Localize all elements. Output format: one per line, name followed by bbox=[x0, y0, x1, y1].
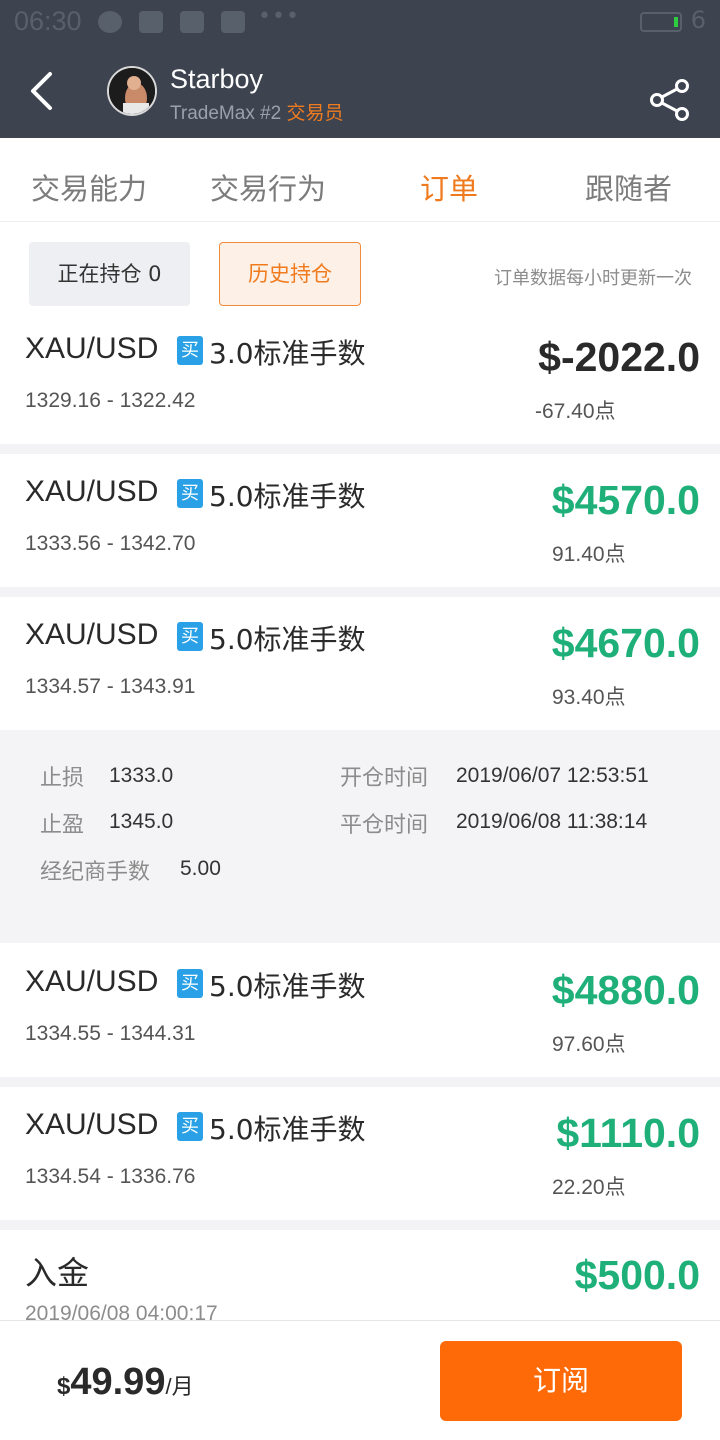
order-row[interactable]: XAU/USD 买 5.0标准手数 1334.55 - 1344.31 $488… bbox=[0, 943, 720, 1077]
tab-trading-ability[interactable]: 交易能力 bbox=[31, 166, 147, 208]
trader-name: Starboy bbox=[170, 64, 264, 94]
upload-icon bbox=[139, 11, 163, 33]
order-price-range: 1334.54 - 1336.76 bbox=[25, 1165, 196, 1188]
order-symbol: XAU/USD bbox=[25, 475, 159, 508]
take-profit-label: 止盈 bbox=[40, 813, 85, 838]
order-pnl: $1110.0 bbox=[556, 1110, 700, 1156]
trader-role: 交易员 bbox=[286, 103, 344, 124]
divider bbox=[0, 1220, 720, 1230]
order-price-range: 1334.57 - 1343.91 bbox=[25, 675, 196, 698]
notification-icon bbox=[221, 11, 245, 33]
subscribe-button[interactable]: 订阅 bbox=[440, 1341, 682, 1421]
order-pnl: $4880.0 bbox=[551, 967, 700, 1013]
close-time-label: 平仓时间 bbox=[340, 813, 429, 838]
share-icon[interactable] bbox=[648, 78, 692, 122]
deposit-title: 入金 bbox=[25, 1254, 90, 1292]
order-points: 91.40点 bbox=[552, 543, 626, 566]
price-amount: 49.99 bbox=[70, 1361, 166, 1403]
message-icon bbox=[98, 11, 122, 33]
divider bbox=[0, 1077, 720, 1087]
deposit-amount: $500.0 bbox=[574, 1252, 700, 1298]
update-note: 订单数据每小时更新一次 bbox=[494, 268, 692, 289]
tab-trading-behavior[interactable]: 交易行为 bbox=[210, 166, 326, 208]
tab-orders[interactable]: 订单 bbox=[420, 166, 478, 208]
more-icon: ••• bbox=[258, 4, 300, 29]
order-symbol: XAU/USD bbox=[25, 332, 159, 365]
order-row[interactable]: XAU/USD 买 5.0标准手数 1333.56 - 1342.70 $457… bbox=[0, 454, 720, 587]
order-lots: 5.0标准手数 bbox=[209, 970, 366, 1003]
order-pnl: $4570.0 bbox=[551, 477, 700, 523]
divider bbox=[0, 444, 720, 454]
subscription-price: $49.99/月 bbox=[57, 1361, 194, 1404]
order-lots: 3.0标准手数 bbox=[209, 337, 366, 370]
order-lots: 5.0标准手数 bbox=[209, 623, 366, 656]
price-period: /月 bbox=[165, 1374, 194, 1399]
open-positions-button[interactable]: 正在持仓 0 bbox=[29, 242, 190, 306]
order-pnl: $4670.0 bbox=[551, 620, 700, 666]
battery-level: 6 bbox=[690, 6, 706, 34]
broker-lots-value: 5.00 bbox=[180, 857, 221, 880]
order-detail-panel: 止损 1333.0 止盈 1345.0 经纪商手数 5.00 开仓时间 2019… bbox=[0, 730, 720, 943]
order-lots: 5.0标准手数 bbox=[209, 480, 366, 513]
tab-followers[interactable]: 跟随者 bbox=[585, 166, 672, 208]
stop-loss-value: 1333.0 bbox=[109, 764, 174, 787]
stop-loss-label: 止损 bbox=[40, 766, 85, 791]
subscription-bar: $49.99/月 订阅 bbox=[0, 1320, 720, 1440]
open-time-label: 开仓时间 bbox=[340, 766, 429, 791]
buy-badge: 买 bbox=[177, 336, 203, 365]
order-points: -67.40点 bbox=[535, 400, 616, 423]
trader-rank: TradeMax #2 bbox=[170, 103, 282, 124]
battery-icon bbox=[640, 12, 682, 32]
buy-badge: 买 bbox=[177, 969, 203, 998]
order-points: 93.40点 bbox=[552, 686, 626, 709]
back-arrow-icon[interactable] bbox=[22, 68, 68, 114]
close-time-value: 2019/06/08 11:38:14 bbox=[456, 810, 648, 833]
divider bbox=[0, 587, 720, 597]
price-currency: $ bbox=[57, 1373, 71, 1400]
status-time: 06:30 bbox=[14, 6, 82, 36]
avatar[interactable] bbox=[107, 66, 157, 116]
order-pnl: $-2022.0 bbox=[538, 334, 700, 380]
avatar-image-icon bbox=[109, 68, 155, 114]
order-price-range: 1334.55 - 1344.31 bbox=[25, 1022, 196, 1045]
order-row[interactable]: XAU/USD 买 5.0标准手数 1334.54 - 1336.76 $111… bbox=[0, 1087, 720, 1220]
buy-badge: 买 bbox=[177, 479, 203, 508]
take-profit-value: 1345.0 bbox=[109, 810, 174, 833]
tab-bar: 交易能力 交易行为 订单 跟随者 bbox=[0, 148, 720, 222]
buy-badge: 买 bbox=[177, 1112, 203, 1141]
order-lots: 5.0标准手数 bbox=[209, 1113, 366, 1146]
buy-badge: 买 bbox=[177, 622, 203, 651]
app-header: Starboy TradeMax #2 交易员 bbox=[0, 44, 720, 138]
order-row[interactable]: XAU/USD 买 5.0标准手数 1334.57 - 1343.91 $467… bbox=[0, 597, 720, 730]
order-symbol: XAU/USD bbox=[25, 965, 159, 998]
order-price-range: 1333.56 - 1342.70 bbox=[25, 532, 196, 555]
order-symbol: XAU/USD bbox=[25, 1108, 159, 1141]
status-bar: 06:30 ••• 6 bbox=[0, 0, 720, 44]
order-symbol: XAU/USD bbox=[25, 618, 159, 651]
broker-lots-label: 经纪商手数 bbox=[40, 860, 151, 885]
order-row[interactable]: XAU/USD 买 3.0标准手数 1329.16 - 1322.42 $-20… bbox=[0, 318, 720, 444]
order-points: 97.60点 bbox=[552, 1033, 626, 1056]
app-icon bbox=[180, 11, 204, 33]
open-time-value: 2019/06/07 12:53:51 bbox=[456, 764, 649, 787]
trader-subtitle: TradeMax #2 交易员 bbox=[170, 98, 344, 125]
order-price-range: 1329.16 - 1322.42 bbox=[25, 389, 196, 412]
history-positions-button[interactable]: 历史持仓 bbox=[219, 242, 361, 306]
order-points: 22.20点 bbox=[552, 1176, 626, 1199]
